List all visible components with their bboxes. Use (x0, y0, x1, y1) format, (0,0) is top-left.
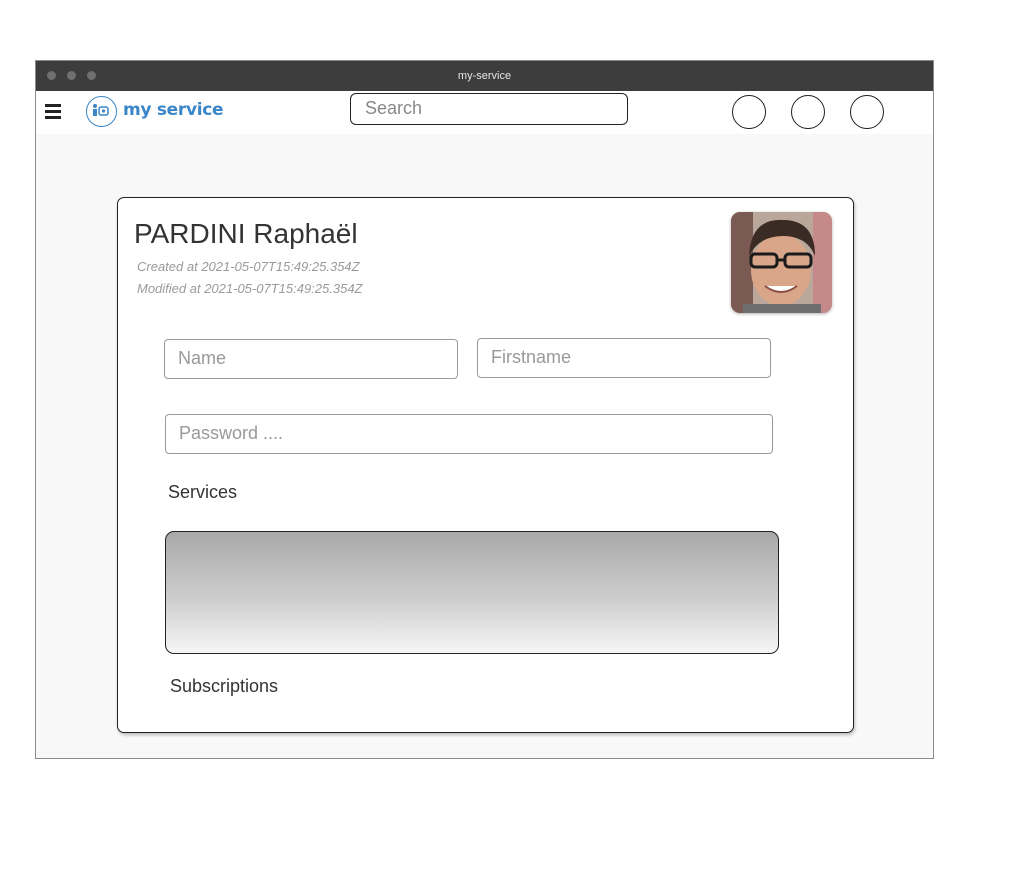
name-field[interactable]: Name (164, 339, 458, 379)
app-bar: my service Search (36, 91, 933, 134)
services-label: Services (168, 482, 238, 502)
window-close-dot[interactable] (47, 71, 56, 80)
password-field[interactable]: Password .... (165, 414, 773, 454)
profile-card: PARDINI Raphaël Created at 2021-05-07T15… (117, 197, 854, 733)
firstname-field[interactable]: Firstname (477, 338, 771, 378)
logo-text[interactable]: my service (123, 100, 224, 120)
app-window: my-service my service Search PARDINI Rap… (35, 60, 934, 759)
avatar[interactable] (731, 212, 832, 313)
services-panel[interactable] (165, 531, 779, 654)
window-title: my-service (457, 70, 512, 82)
hamburger-icon[interactable] (45, 104, 61, 119)
window-minimize-dot[interactable] (67, 71, 76, 80)
subscriptions-label: Subscriptions (170, 676, 279, 696)
appbar-circle-button-3[interactable] (850, 95, 884, 129)
profile-name: PARDINI Raphaël (134, 218, 358, 249)
search-input[interactable]: Search (350, 93, 628, 125)
modified-at-text: Modified at 2021-05-07T15:49:25.354Z (137, 281, 363, 296)
appbar-circle-button-1[interactable] (732, 95, 766, 129)
created-at-text: Created at 2021-05-07T15:49:25.354Z (137, 259, 360, 274)
logo-icon (86, 96, 117, 127)
window-titlebar: my-service (36, 61, 933, 91)
appbar-circle-button-2[interactable] (791, 95, 825, 129)
window-maximize-dot[interactable] (87, 71, 96, 80)
